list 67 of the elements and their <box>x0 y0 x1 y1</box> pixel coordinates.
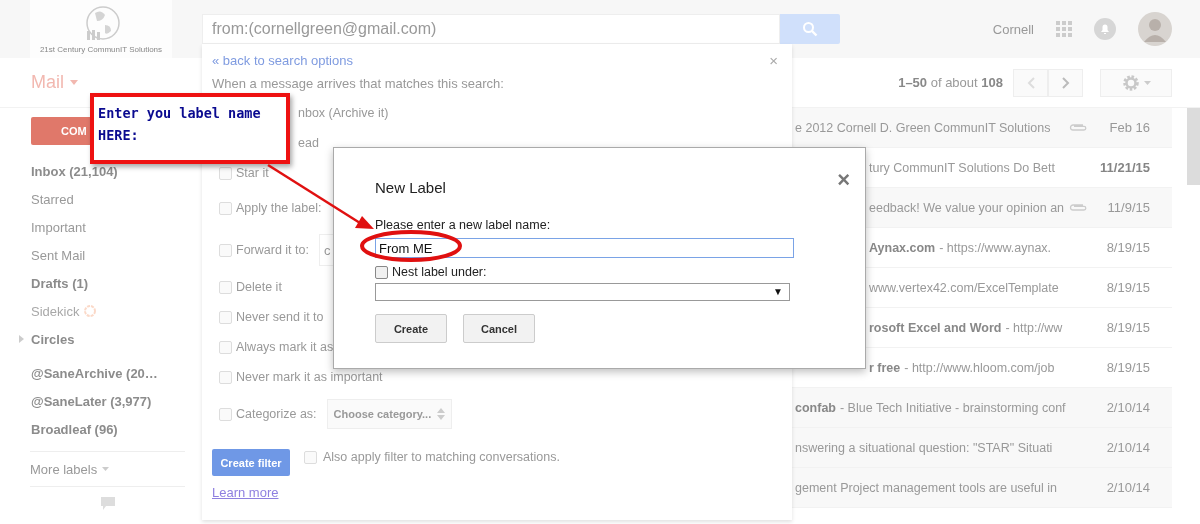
create-filter-button[interactable]: Create filter <box>212 449 290 476</box>
sidebar-item[interactable]: Sent Mail <box>31 247 86 263</box>
back-link[interactable]: « back to search options <box>212 52 353 68</box>
email-snippet: - Blue Tech Initiative - brainstorming conf <box>840 400 1066 415</box>
email-date: 8/19/15 <box>1105 320 1151 335</box>
option-label: Delete it <box>236 280 282 294</box>
email-date: Feb 16 <box>1108 120 1151 135</box>
email-date: 2/10/14 <box>1105 480 1151 495</box>
email-date: 2/10/14 <box>1105 400 1151 415</box>
sidebar-item[interactable]: Important <box>31 219 86 235</box>
option-label: Apply the label: <box>236 201 322 215</box>
option-label: Forward it to: <box>236 243 309 257</box>
page-info: 1–50 of about 108 <box>898 75 1003 90</box>
email-snippet: tury CommunIT Solutions Do Bett <box>869 160 1055 175</box>
option-label: Categorize as: <box>236 407 317 421</box>
email-snippet: eedback! We value your opinion an <box>869 200 1065 215</box>
email-snippet: www.vertex42.com/ExcelTemplate <box>869 280 1059 295</box>
email-date: 11/9/15 <box>1106 200 1151 215</box>
sidebar-label[interactable]: @SaneArchive (20… <box>31 365 158 381</box>
email-snippet: - http://www.hloom.com/job <box>904 360 1055 375</box>
email-date: 2/10/14 <box>1105 440 1151 455</box>
more-labels-link[interactable]: More labels <box>30 461 98 477</box>
option-label: Also apply filter to matching conversations. <box>323 449 560 465</box>
email-snippet: e 2012 Cornell D. Green CommunIT Solutions <box>795 120 1051 135</box>
nest-label: Nest label under: <box>392 265 487 279</box>
mail-menu[interactable]: Mail <box>31 72 78 93</box>
dialog-button[interactable]: Create <box>375 314 447 343</box>
category-select[interactable]: Choose category... <box>326 399 453 429</box>
email-snippet: - https://www.aynax. <box>939 240 1052 255</box>
email-subject: r free <box>869 360 901 375</box>
sidebar-item[interactable]: Drafts (1) <box>31 275 89 291</box>
sidebar-item[interactable]: Sidekick <box>31 303 80 319</box>
dialog-title: New Label <box>375 179 446 196</box>
email-snippet: gement Project management tools are useful in <box>795 480 1057 495</box>
option-label: Always mark it as <box>236 340 334 354</box>
email-subject: confab <box>795 400 836 415</box>
email-subject: Aynax.com <box>869 240 936 255</box>
email-date: 8/19/15 <box>1105 240 1151 255</box>
close-button[interactable]: × <box>765 51 782 69</box>
email-snippet: nswering a situational question: "STAR" Situati <box>795 440 1053 455</box>
sidebar-label[interactable]: @SaneLater (3,977) <box>31 393 152 409</box>
email-date: 11/21/15 <box>1099 160 1151 175</box>
email-subject: rosoft Excel and Word <box>869 320 1002 335</box>
option-label: nbox (Archive it) <box>298 106 389 120</box>
parent-label-select[interactable]: ▼ <box>375 283 790 301</box>
search-field[interactable]: from:(cornellgreen@gmail.com) <box>202 14 780 44</box>
callout-text: Enter you label name HERE: <box>98 104 262 145</box>
option-label: Never send it to <box>236 310 324 324</box>
option-label: Never mark it as important <box>236 370 383 384</box>
sidebar-label[interactable]: Broadleaf (96) <box>31 421 118 437</box>
option-label: ead <box>298 136 319 150</box>
sidebar-item[interactable]: Inbox (21,104) <box>31 163 118 179</box>
close-button[interactable]: × <box>837 164 850 196</box>
label-name-field[interactable]: From ME <box>375 238 794 258</box>
account-name[interactable]: Cornell <box>992 21 1034 37</box>
dialog-button[interactable]: Cancel <box>463 314 535 343</box>
email-date: 8/19/15 <box>1105 280 1151 295</box>
filter-intro: When a message arrives that matches this search: <box>212 75 505 93</box>
sidebar-item[interactable]: Circles <box>31 331 75 347</box>
sidebar-item[interactable]: Starred <box>31 191 74 207</box>
option-label: Star it <box>236 166 269 180</box>
compose-button[interactable]: COM <box>31 117 90 145</box>
prompt-label: Please enter a new label name: <box>375 218 551 232</box>
logo-caption: 21st Century CommunIT Solutions <box>39 44 163 54</box>
email-date: 8/19/15 <box>1105 360 1151 375</box>
learn-more-link[interactable]: Learn more <box>212 485 279 500</box>
email-snippet: - http://ww <box>1005 320 1063 335</box>
